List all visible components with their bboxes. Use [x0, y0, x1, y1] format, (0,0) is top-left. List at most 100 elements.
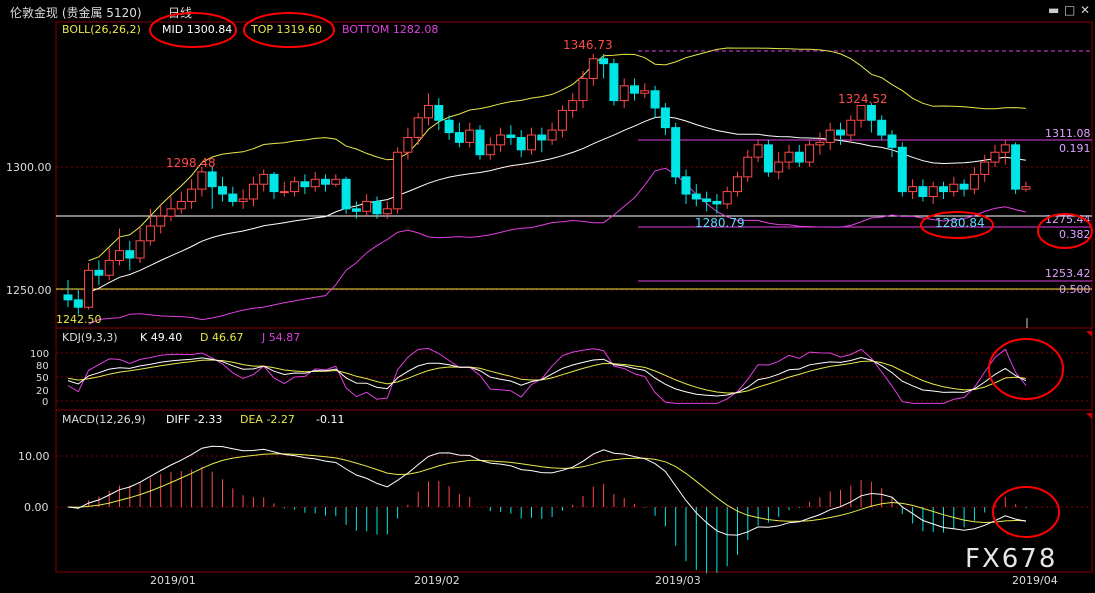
kdj-y-tick: 20 — [36, 386, 49, 397]
candle-down — [630, 85, 639, 94]
candle-down — [712, 200, 722, 205]
low-annotation: 1242.50 — [56, 313, 102, 326]
macd-dea-value: DEA -2.27 — [240, 413, 295, 426]
candle-down — [650, 90, 660, 109]
candle-down — [609, 63, 619, 102]
high-annotation: 1324.52 — [838, 92, 888, 106]
candle-down — [63, 294, 73, 301]
candle-down — [300, 181, 310, 188]
candle-up — [588, 58, 598, 79]
candle-up — [166, 208, 176, 217]
candle-down — [351, 208, 361, 212]
high-annotation: 1298.48 — [166, 156, 216, 170]
candle-up — [825, 129, 835, 143]
x-tick-label: 2019/02 — [414, 574, 460, 587]
candle-down — [671, 127, 681, 178]
candle-up — [774, 161, 784, 173]
kdj-y-tick: 80 — [36, 361, 49, 372]
candle-up — [578, 77, 588, 102]
candle-up — [805, 144, 815, 163]
candle-down — [537, 134, 547, 141]
candle-up — [722, 191, 732, 205]
candle-down — [939, 186, 948, 193]
candle-down — [207, 171, 217, 188]
macd-histogram — [77, 466, 1027, 574]
candle-up — [856, 105, 866, 121]
macd-y-tick: 0.00 — [24, 501, 49, 514]
candle-up — [290, 181, 300, 193]
candle-up — [362, 200, 372, 212]
boll-top-label: TOP 1319.60 — [250, 23, 322, 36]
candle-down — [341, 178, 351, 210]
candle-up — [815, 141, 825, 146]
boll-bottom-label: BOTTOM 1282.08 — [342, 23, 438, 36]
candle-down — [918, 186, 928, 198]
fib-ratio-label: 0.382 — [1059, 228, 1091, 241]
candle-up — [197, 171, 207, 190]
candle-up — [908, 186, 918, 193]
candle-down — [444, 119, 454, 134]
macd-dea-line — [67, 453, 1026, 524]
macd-y-tick: 10.00 — [18, 450, 50, 463]
candle-down — [228, 193, 238, 202]
candle-down — [321, 178, 330, 185]
chart-area[interactable]: BOLL(26,26,2) MID 1300.84 TOP 1319.60 BO… — [0, 0, 1095, 593]
candle-up — [496, 134, 506, 146]
candle-up — [145, 225, 155, 242]
high-annotation: 1346.73 — [563, 38, 613, 52]
candle-up — [84, 269, 94, 308]
candle-down — [516, 136, 526, 151]
candle-up — [115, 250, 124, 261]
candle-down — [897, 146, 907, 193]
candle-up — [279, 191, 289, 194]
fib-ratio-label: 0.191 — [1059, 142, 1091, 155]
macd-indicator-name: MACD(12,26,9) — [62, 413, 146, 426]
candle-down — [73, 299, 83, 308]
candle-up — [990, 151, 1000, 163]
annotation-circle — [992, 486, 1060, 538]
candle-up — [248, 183, 258, 200]
macd-panel-frame — [55, 409, 1093, 573]
boll-indicator-name: BOLL(26,26,2) — [62, 23, 141, 36]
candle-up — [485, 144, 495, 156]
candle-down — [794, 151, 804, 163]
candle-down — [94, 269, 104, 276]
candle-down — [866, 105, 876, 121]
candle-up — [465, 129, 475, 143]
candle-up — [1000, 144, 1010, 153]
y-tick-label: 1250.00 — [6, 284, 52, 297]
bollinger-bands — [88, 47, 1027, 325]
candle-up — [928, 186, 938, 198]
y-tick-label: 1300.00 — [6, 161, 52, 174]
candle-up — [413, 117, 423, 138]
candle-up — [753, 144, 763, 158]
macd-diff-line — [67, 445, 1026, 536]
candle-up — [310, 178, 320, 188]
candle-up — [547, 129, 557, 141]
candle-up — [187, 188, 197, 202]
candle-up — [382, 208, 392, 215]
candle-up — [331, 178, 341, 185]
candle-up — [846, 119, 856, 136]
kdj-j-line — [67, 347, 1027, 404]
kdj-lines — [67, 347, 1027, 404]
candle-up — [259, 173, 269, 185]
kdj-y-tick: 50 — [36, 373, 49, 384]
macd-lines — [67, 445, 1026, 536]
annotation-circle — [988, 338, 1064, 400]
macd-diff-value: DIFF -2.33 — [166, 413, 222, 426]
candle-down — [763, 144, 773, 173]
candle-up — [980, 161, 990, 175]
kdj-y-tick: 0 — [42, 397, 48, 408]
candle-down — [877, 119, 887, 136]
candle-up — [557, 109, 567, 131]
macd-histogram-value: -0.11 — [316, 413, 344, 426]
candle-down — [125, 250, 135, 259]
candle-up — [238, 198, 248, 202]
candle-down — [475, 129, 485, 156]
candle-up — [733, 176, 742, 193]
kdj-j-value: J 54.87 — [261, 331, 300, 344]
candle-up — [176, 200, 186, 210]
kdj-k-value: K 49.40 — [140, 331, 182, 344]
candle-up — [568, 100, 578, 111]
